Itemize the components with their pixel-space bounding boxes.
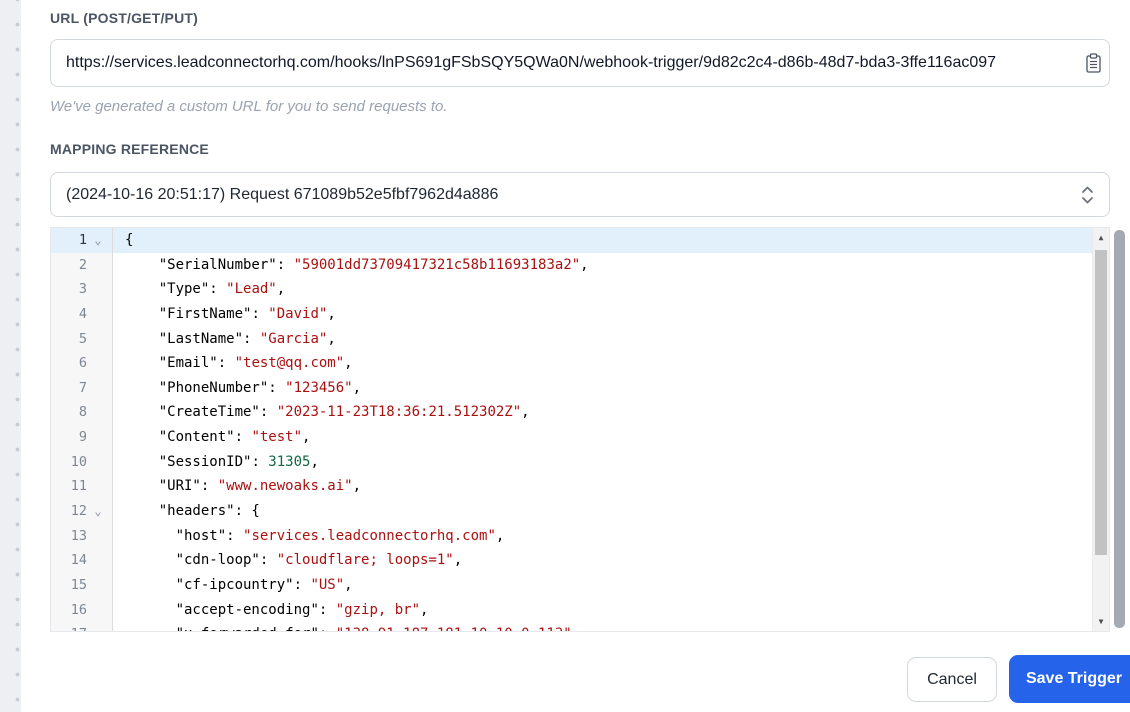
code-line[interactable]: 15 "cf-ipcountry": "US", (51, 572, 1109, 598)
line-gutter: 12 ⌄ (51, 499, 113, 524)
line-gutter: 1 ⌄ (51, 228, 113, 253)
line-number: 1 (78, 232, 87, 248)
line-number: 3 (78, 281, 87, 298)
line-gutter: 4 (51, 301, 113, 327)
code-line[interactable]: 14 "cdn-loop": "cloudflare; loops=1", (51, 548, 1109, 573)
line-gutter: 14 (51, 548, 113, 573)
code-line-text: "x-forwarded-for": "138.91.187.181,10.10… (113, 622, 1109, 631)
line-number: 12 (70, 503, 87, 520)
line-number: 10 (70, 453, 87, 470)
code-line-text: "accept-encoding": "gzip, br", (175, 601, 429, 618)
code-line[interactable]: 4 "FirstName": "David", (51, 301, 1109, 327)
webhook-trigger-panel: URL (POST/GET/PUT) We've generated a cus… (21, 0, 1130, 712)
code-line[interactable]: 17 "x-forwarded-for": "138.91.187.181,10… (51, 622, 1109, 631)
cancel-button[interactable]: Cancel (907, 657, 997, 702)
line-number: 6 (78, 355, 87, 372)
line-gutter: 3 (51, 277, 113, 302)
code-line-text: "headers": { (158, 503, 260, 520)
code-line[interactable]: 13 "host": "services.leadconnectorhq.com… (51, 523, 1109, 549)
code-line[interactable]: 1 ⌄ { (51, 228, 1109, 253)
code-line[interactable]: 16 "accept-encoding": "gzip, br", (51, 597, 1109, 623)
webhook-url-field (50, 39, 1110, 87)
code-line-text: "cf-ipcountry": "US", (175, 576, 353, 593)
code-line-text: "Email": "test@qq.com", (158, 355, 353, 372)
line-number: 5 (78, 330, 87, 347)
line-number: 9 (78, 429, 87, 446)
code-line-text: "PhoneNumber": "123456", (158, 379, 362, 396)
scrollbar-down-arrow-icon[interactable]: ▼ (1093, 613, 1109, 630)
line-gutter: 15 (51, 572, 113, 598)
code-line-text: "SessionID": 31305, (158, 453, 319, 470)
line-number: 13 (70, 527, 87, 544)
copy-clipboard-icon[interactable] (1086, 53, 1101, 73)
code-line-text: "cdn-loop": "cloudflare; loops=1", (175, 552, 463, 569)
code-line-text: "FirstName": "David", (158, 305, 336, 322)
line-gutter: 8 (51, 400, 113, 426)
line-number: 17 (51, 622, 87, 631)
line-gutter: 17 (51, 622, 113, 631)
code-line[interactable]: 12 ⌄ "headers": { (51, 499, 1109, 524)
save-trigger-button[interactable]: Save Trigger (1009, 655, 1130, 703)
code-line[interactable]: 6 "Email": "test@qq.com", (51, 351, 1109, 376)
code-line-text: "CreateTime": "2023-11-23T18:36:21.51230… (158, 404, 530, 421)
mapping-reference-select[interactable]: (2024-10-16 20:51:17) Request 671089b52e… (50, 172, 1110, 217)
line-gutter: 6 (51, 351, 113, 376)
line-number: 14 (70, 552, 87, 569)
fold-arrow-icon[interactable]: ⌄ (87, 230, 109, 250)
code-line-text: "SerialNumber": "59001dd73709417321c58b1… (158, 256, 589, 273)
code-line[interactable]: 3 "Type": "Lead", (51, 277, 1109, 302)
line-gutter: 7 (51, 375, 113, 401)
code-line-text: "Type": "Lead", (158, 281, 286, 298)
mapping-reference-selected-value: (2024-10-16 20:51:17) Request 671089b52e… (66, 185, 499, 203)
line-number: 4 (78, 305, 87, 322)
line-gutter: 13 (51, 523, 113, 549)
line-number: 11 (70, 478, 87, 495)
code-line[interactable]: 11 "URI": "www.newoaks.ai", (51, 474, 1109, 500)
scrollbar-up-arrow-icon[interactable]: ▲ (1093, 229, 1109, 246)
line-gutter: 16 (51, 597, 113, 623)
line-gutter: 10 (51, 449, 113, 475)
mapping-reference-label: MAPPING REFERENCE (50, 141, 209, 157)
code-line-text: "host": "services.leadconnectorhq.com", (175, 527, 505, 544)
workflow-canvas-dots-background (0, 0, 21, 712)
code-lines: 1 ⌄{2 "SerialNumber": "59001dd73709417321… (51, 228, 1109, 631)
line-number: 7 (78, 379, 87, 396)
code-line[interactable]: 10 "SessionID": 31305, (51, 449, 1109, 475)
line-gutter: 9 (51, 425, 113, 450)
line-gutter: 2 (51, 252, 113, 278)
line-number: 16 (70, 601, 87, 618)
editor-scrollbar-thumb[interactable] (1095, 250, 1107, 555)
code-line[interactable]: 8 "CreateTime": "2023-11-23T18:36:21.512… (51, 400, 1109, 426)
url-helper-text: We've generated a custom URL for you to … (50, 98, 448, 115)
page-scrollbar-thumb[interactable] (1114, 230, 1125, 628)
url-label: URL (POST/GET/PUT) (50, 10, 199, 26)
code-line-text: "LastName": "Garcia", (158, 330, 336, 347)
line-number: 8 (78, 404, 87, 421)
line-number: 15 (70, 576, 87, 593)
json-request-code-editor[interactable]: 1 ⌄{2 "SerialNumber": "59001dd73709417321… (50, 227, 1110, 632)
code-line[interactable]: 9 "Content": "test", (51, 425, 1109, 450)
code-line-text: "Content": "test", (158, 429, 311, 446)
code-line-text: { (125, 232, 134, 248)
line-number: 2 (78, 256, 87, 273)
code-line[interactable]: 2 "SerialNumber": "59001dd73709417321c58… (51, 252, 1109, 278)
editor-vertical-scrollbar[interactable]: ▲ ▼ (1092, 228, 1109, 631)
line-gutter: 11 (51, 474, 113, 500)
line-gutter: 5 (51, 326, 113, 352)
code-line-text: "URI": "www.newoaks.ai", (158, 478, 362, 495)
code-line[interactable]: 7 "PhoneNumber": "123456", (51, 375, 1109, 401)
code-line[interactable]: 5 "LastName": "Garcia", (51, 326, 1109, 352)
webhook-url-input[interactable] (50, 39, 1110, 87)
fold-arrow-icon[interactable]: ⌄ (87, 501, 109, 521)
chevron-up-down-icon (1080, 184, 1095, 206)
